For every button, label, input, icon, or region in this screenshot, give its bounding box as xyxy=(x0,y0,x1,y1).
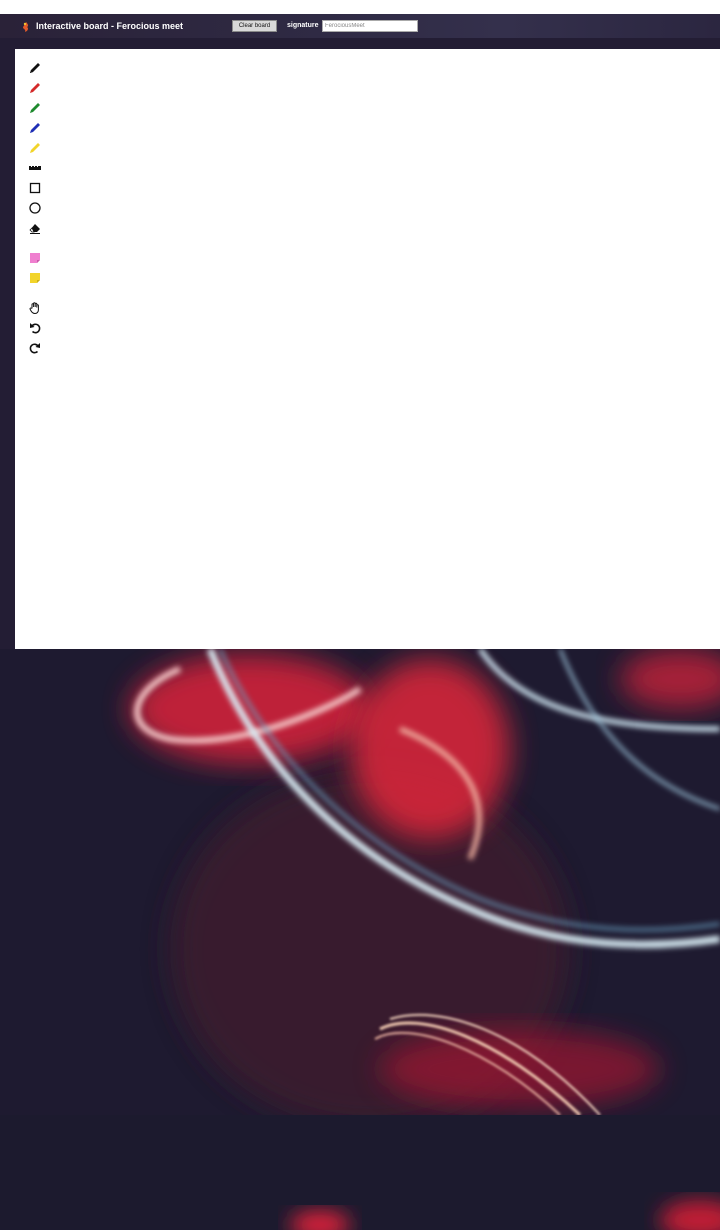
header-bar: Interactive board - Ferocious meet Clear… xyxy=(0,14,720,38)
top-white-strip xyxy=(0,0,720,14)
clear-board-button[interactable]: Clear board xyxy=(232,20,277,32)
circle-icon[interactable] xyxy=(28,201,42,215)
pencil-red-icon[interactable] xyxy=(28,81,42,95)
hand-icon[interactable] xyxy=(28,301,42,315)
pencil-green-icon[interactable] xyxy=(28,101,42,115)
signature-label: signature xyxy=(287,22,319,29)
redo-icon[interactable] xyxy=(28,341,42,355)
sticky-note-pink-icon[interactable] xyxy=(28,251,42,265)
pencil-black-icon[interactable] xyxy=(28,61,42,75)
undo-icon[interactable] xyxy=(28,321,42,335)
eraser-icon[interactable] xyxy=(28,221,42,235)
drawing-board[interactable] xyxy=(15,49,720,649)
rectangle-icon[interactable] xyxy=(28,181,42,195)
signature-input[interactable] xyxy=(322,20,418,32)
background-light-trails-image-repeat xyxy=(0,1115,720,1230)
ruler-icon[interactable] xyxy=(28,161,42,175)
app-title: Interactive board - Ferocious meet xyxy=(36,21,184,31)
pencil-yellow-icon[interactable] xyxy=(28,141,42,155)
background-light-trails-image xyxy=(0,649,720,1115)
sticky-note-yellow-icon[interactable] xyxy=(28,271,42,285)
pencil-blue-icon[interactable] xyxy=(28,121,42,135)
app-logo-icon xyxy=(21,20,31,32)
